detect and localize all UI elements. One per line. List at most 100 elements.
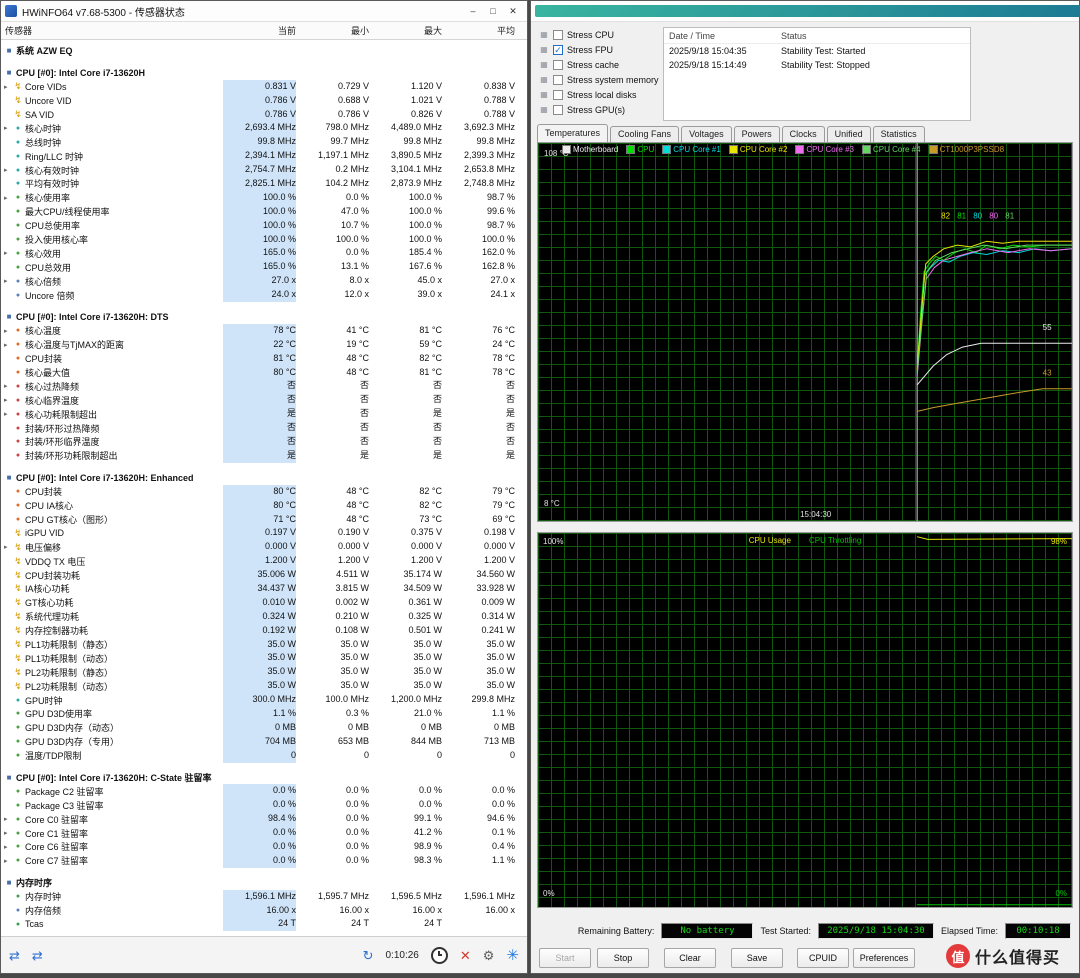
sensor-row[interactable]: ●GPU D3D内存（专用）704 MB653 MB844 MB713 MB bbox=[1, 735, 527, 749]
sensor-section-row[interactable]: ■系统 AZW EQ bbox=[1, 44, 527, 58]
sensor-row[interactable]: ●封装/环形临界温度否否否否 bbox=[1, 435, 527, 449]
sensor-row[interactable]: ●CPU总效用165.0 %13.1 %167.6 %162.8 % bbox=[1, 260, 527, 274]
sensor-row[interactable]: ▸●Core C0 驻留率98.4 %0.0 %99.1 %94.6 % bbox=[1, 812, 527, 826]
sensor-row[interactable]: ↯CPU封装功耗35.006 W4.511 W35.174 W34.560 W bbox=[1, 568, 527, 582]
sensor-section-row[interactable]: ■CPU [#0]: Intel Core i7-13620H: DTS bbox=[1, 310, 527, 324]
stress-option-stress-cpu[interactable]: ▦Stress CPU bbox=[539, 27, 661, 42]
sensor-row[interactable]: ▸●核心过热降频否否否否 bbox=[1, 379, 527, 393]
sensor-row[interactable]: ●核心最大值80 °C48 °C81 °C78 °C bbox=[1, 366, 527, 380]
stress-local-disks-checkbox[interactable] bbox=[553, 90, 563, 100]
sensor-row[interactable]: ▸●核心使用率100.0 %0.0 %100.0 %98.7 % bbox=[1, 191, 527, 205]
sensor-row[interactable]: ▸●Core C1 驻留率0.0 %0.0 %41.2 %0.1 % bbox=[1, 826, 527, 840]
sensor-row[interactable]: ▸●核心时钟2,693.4 MHz798.0 MHz4,489.0 MHz3,6… bbox=[1, 121, 527, 135]
refresh-icon[interactable]: ↻ bbox=[363, 949, 374, 962]
tab-powers[interactable]: Powers bbox=[734, 126, 780, 142]
tab-temperatures[interactable]: Temperatures bbox=[537, 124, 608, 142]
sensor-row[interactable]: ↯PL2功耗限制（动态）35.0 W35.0 W35.0 W35.0 W bbox=[1, 679, 527, 693]
sensor-row[interactable]: ↯系统代理功耗0.324 W0.210 W0.325 W0.314 W bbox=[1, 610, 527, 624]
stress-option-stress-fpu[interactable]: ▦✓Stress FPU bbox=[539, 42, 661, 57]
column-sensor[interactable]: 传感器 bbox=[5, 24, 223, 37]
sensor-row[interactable]: ●Uncore 倍频24.0 x12.0 x39.0 x24.1 x bbox=[1, 288, 527, 302]
legend-item[interactable]: CT1000P3PSSD8 bbox=[929, 145, 1004, 154]
legend-item[interactable]: Motherboard bbox=[562, 145, 618, 154]
stress-option-stress-cache[interactable]: ▦Stress cache bbox=[539, 57, 661, 72]
sensor-row[interactable]: ●Package C2 驻留率0.0 %0.0 %0.0 %0.0 % bbox=[1, 784, 527, 798]
sensor-row[interactable]: ↯PL2功耗限制（静态）35.0 W35.0 W35.0 W35.0 W bbox=[1, 665, 527, 679]
snowflake-icon[interactable]: ✳ bbox=[506, 948, 519, 963]
legend-item[interactable]: CPU Core #3 bbox=[795, 145, 854, 154]
sensor-row[interactable]: ▸●Core C7 驻留率0.0 %0.0 %98.3 %1.1 % bbox=[1, 854, 527, 868]
tab-unified[interactable]: Unified bbox=[827, 126, 871, 142]
legend-item[interactable]: CPU bbox=[626, 145, 654, 154]
sensor-section-row[interactable]: ■CPU [#0]: Intel Core i7-13620H: C-State… bbox=[1, 771, 527, 785]
clear-button[interactable]: Clear bbox=[664, 948, 716, 968]
sensor-row[interactable]: ●Package C3 驻留率0.0 %0.0 %0.0 %0.0 % bbox=[1, 798, 527, 812]
column-average[interactable]: 平均 bbox=[442, 24, 515, 37]
sensor-row[interactable]: ●CPU封装80 °C48 °C82 °C79 °C bbox=[1, 485, 527, 499]
sensor-row[interactable]: ●最大CPU/线程使用率100.0 %47.0 %100.0 %99.6 % bbox=[1, 205, 527, 219]
tab-voltages[interactable]: Voltages bbox=[681, 126, 732, 142]
sensor-row[interactable]: ↯SA VID0.786 V0.786 V0.826 V0.788 V bbox=[1, 108, 527, 122]
sensor-row[interactable]: ●Tcas24 T24 T24 T bbox=[1, 917, 527, 931]
legend-color-checkbox[interactable] bbox=[662, 145, 671, 154]
sensor-section-row[interactable]: ■CPU [#0]: Intel Core i7-13620H: Enhance… bbox=[1, 471, 527, 485]
tab-statistics[interactable]: Statistics bbox=[873, 126, 925, 142]
legend-color-checkbox[interactable] bbox=[862, 145, 871, 154]
sensor-row[interactable]: ▸●Core C6 驻留率0.0 %0.0 %98.9 %0.4 % bbox=[1, 840, 527, 854]
legend-color-checkbox[interactable] bbox=[729, 145, 738, 154]
sensor-row[interactable]: ↯PL1功耗限制（动态）35.0 W35.0 W35.0 W35.0 W bbox=[1, 651, 527, 665]
column-maximum[interactable]: 最大 bbox=[369, 24, 442, 37]
legend-color-checkbox[interactable] bbox=[626, 145, 635, 154]
tab-cooling-fans[interactable]: Cooling Fans bbox=[610, 126, 679, 142]
stress-gpu-s-checkbox[interactable] bbox=[553, 105, 563, 115]
maximize-icon[interactable]: □ bbox=[483, 6, 503, 17]
sensor-row[interactable]: ↯VDDQ TX 电压1.200 V1.200 V1.200 V1.200 V bbox=[1, 554, 527, 568]
stress-cache-checkbox[interactable] bbox=[553, 60, 563, 70]
close-icon[interactable]: ✕ bbox=[503, 6, 523, 17]
sensor-row[interactable]: ↯GT核心功耗0.010 W0.002 W0.361 W0.009 W bbox=[1, 596, 527, 610]
stop-button[interactable]: Stop bbox=[597, 948, 649, 968]
sensor-row[interactable]: ▸↯电压偏移0.000 V0.000 V0.000 V0.000 V bbox=[1, 540, 527, 554]
sensor-row[interactable]: ●GPU时钟300.0 MHz100.0 MHz1,200.0 MHz299.8… bbox=[1, 693, 527, 707]
legend-color-checkbox[interactable] bbox=[929, 145, 938, 154]
sensor-row[interactable]: ●总线时钟99.8 MHz99.7 MHz99.8 MHz99.8 MHz bbox=[1, 135, 527, 149]
sensor-row[interactable]: ●封装/环形功耗限制超出是是是是 bbox=[1, 449, 527, 463]
sensor-row[interactable]: ▸●核心临界温度否否否否 bbox=[1, 393, 527, 407]
sensor-row[interactable]: ●CPU IA核心80 °C48 °C82 °C79 °C bbox=[1, 499, 527, 513]
legend-item[interactable]: CPU Core #1 bbox=[662, 145, 721, 154]
cpuid-button[interactable]: CPUID bbox=[797, 948, 849, 968]
sensor-row[interactable]: ●内存时钟1,596.1 MHz1,595.7 MHz1,596.5 MHz1,… bbox=[1, 890, 527, 904]
stress-option-stress-system-memory[interactable]: ▦Stress system memory bbox=[539, 72, 661, 87]
legend-color-checkbox[interactable] bbox=[795, 145, 804, 154]
column-minimum[interactable]: 最小 bbox=[296, 24, 369, 37]
sensor-row[interactable]: ▸●核心有效时钟2,754.7 MHz0.2 MHz3,104.1 MHz2,6… bbox=[1, 163, 527, 177]
sensor-row[interactable]: ▸●核心效用165.0 %0.0 %185.4 %162.0 % bbox=[1, 246, 527, 260]
sensor-row[interactable]: ↯iGPU VID0.197 V0.190 V0.375 V0.198 V bbox=[1, 526, 527, 540]
legend-item[interactable]: CPU Core #2 bbox=[729, 145, 788, 154]
sensor-row[interactable]: ●CPU总使用率100.0 %10.7 %100.0 %98.7 % bbox=[1, 219, 527, 233]
column-current[interactable]: 当前 bbox=[223, 24, 296, 37]
sensor-row[interactable]: ↯IA核心功耗34.437 W3.815 W34.509 W33.928 W bbox=[1, 582, 527, 596]
sensor-row[interactable]: ●内存倍频16.00 x16.00 x16.00 x16.00 x bbox=[1, 904, 527, 918]
save-button[interactable]: Save bbox=[731, 948, 783, 968]
nav-back-icon[interactable]: ⇄ bbox=[9, 949, 20, 962]
sensor-row[interactable]: ●温度/TDP限制0000 bbox=[1, 749, 527, 763]
sensor-row[interactable]: ●投入使用核心率100.0 %100.0 %100.0 %100.0 % bbox=[1, 233, 527, 247]
settings-gear-icon[interactable]: ⚙ bbox=[483, 949, 495, 962]
sensor-row[interactable]: ●平均有效时钟2,825.1 MHz104.2 MHz2,873.9 MHz2,… bbox=[1, 177, 527, 191]
stress-cpu-checkbox[interactable] bbox=[553, 30, 563, 40]
sensor-row[interactable]: ●封装/环形过热降频否否否否 bbox=[1, 421, 527, 435]
sensor-row[interactable]: ●Ring/LLC 时钟2,394.1 MHz1,197.1 MHz3,890.… bbox=[1, 149, 527, 163]
legend-item[interactable]: CPU Core #4 bbox=[862, 145, 921, 154]
sensor-row[interactable]: ●GPU D3D内存（动态）0 MB0 MB0 MB0 MB bbox=[1, 721, 527, 735]
stress-option-stress-local-disks[interactable]: ▦Stress local disks bbox=[539, 87, 661, 102]
stress-option-stress-gpu-s[interactable]: ▦Stress GPU(s) bbox=[539, 102, 661, 117]
sensor-section-row[interactable]: ■内存时序 bbox=[1, 876, 527, 890]
sensor-row[interactable]: ▸●核心温度与TjMAX的距离22 °C19 °C59 °C24 °C bbox=[1, 338, 527, 352]
sensor-row[interactable]: ▸↯Core VIDs0.831 V0.729 V1.120 V0.838 V bbox=[1, 80, 527, 94]
sensor-row[interactable]: ▸●核心功耗限制超出是否是是 bbox=[1, 407, 527, 421]
sensor-section-row[interactable]: ■CPU [#0]: Intel Core i7-13620H bbox=[1, 66, 527, 80]
sensor-row[interactable]: ●CPU GT核心（图形）71 °C48 °C73 °C69 °C bbox=[1, 513, 527, 527]
sensor-row[interactable]: ↯PL1功耗限制（静态）35.0 W35.0 W35.0 W35.0 W bbox=[1, 638, 527, 652]
stress-fpu-checkbox[interactable]: ✓ bbox=[553, 45, 563, 55]
